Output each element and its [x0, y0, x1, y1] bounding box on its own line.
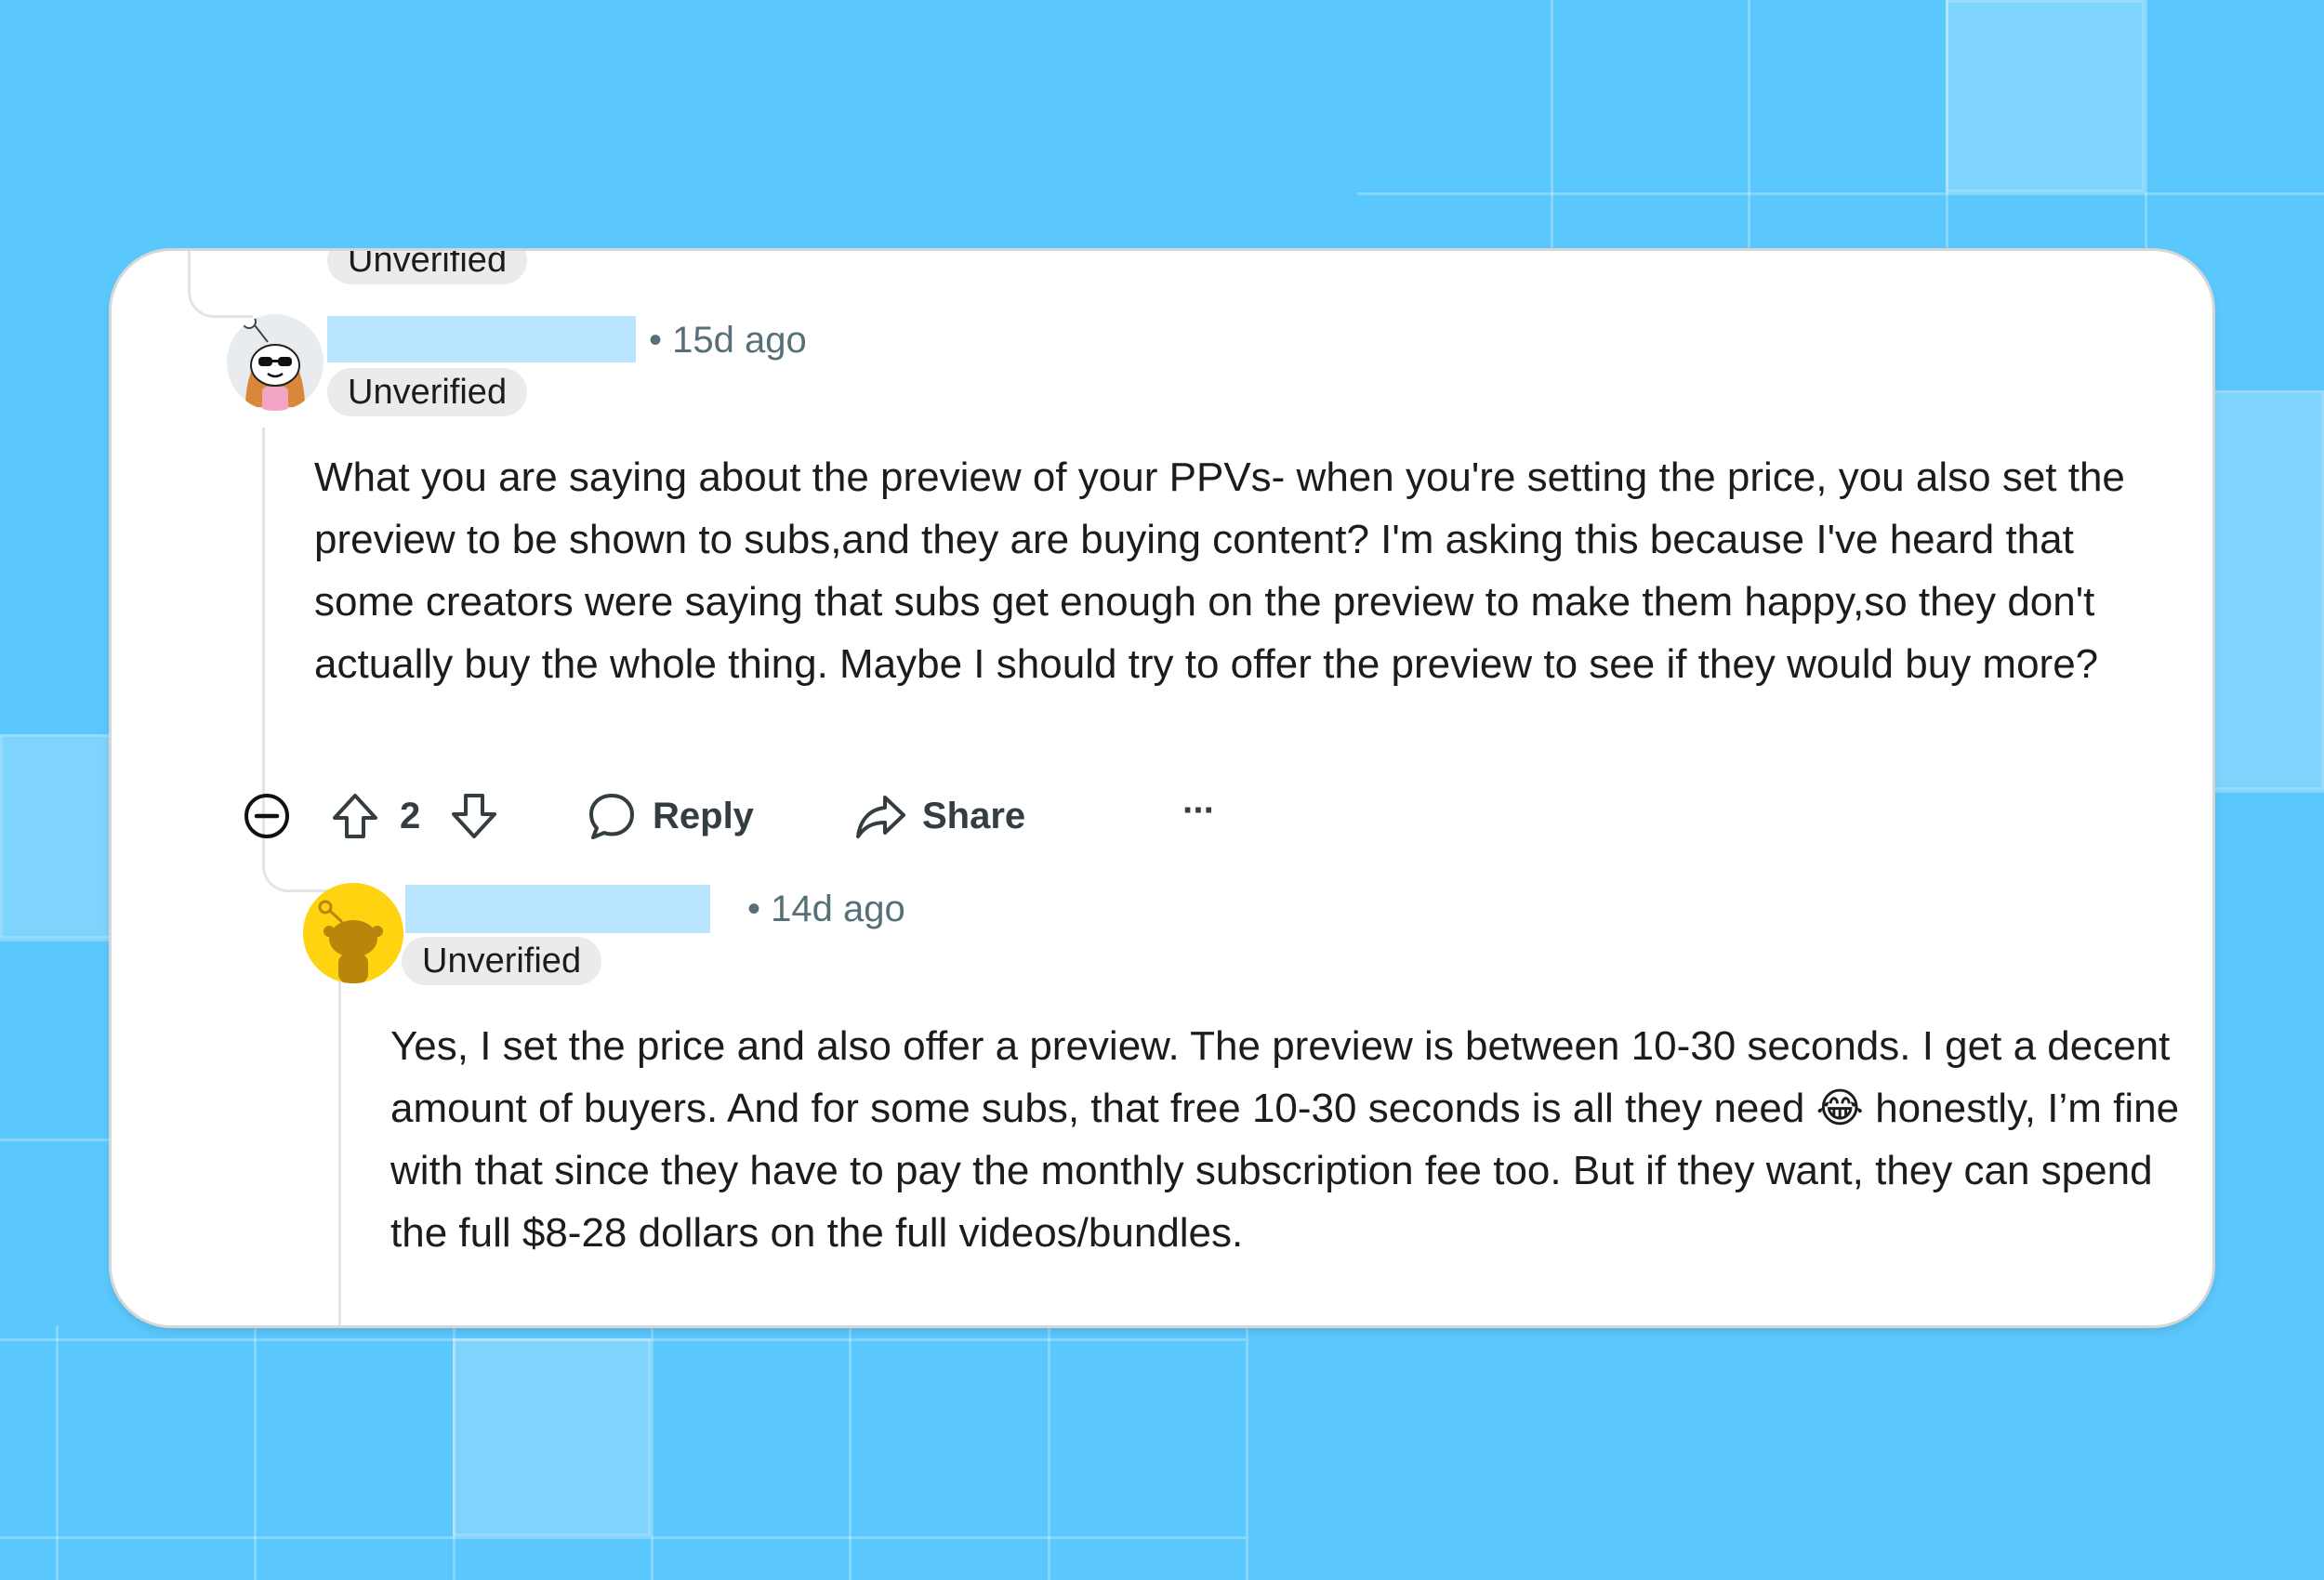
thread-connector [188, 251, 253, 318]
comment-meta: • 14d ago [747, 887, 905, 931]
bg-gridline [0, 1139, 112, 1141]
comment-body: What you are saying about the preview of… [314, 454, 2125, 687]
bg-gridline [849, 1325, 852, 1580]
user-avatar[interactable] [303, 883, 403, 983]
previous-user-badge: Unverified [327, 251, 528, 284]
bg-gridline [2212, 790, 2324, 793]
share-label: Share [922, 795, 1026, 836]
bg-gridline [651, 1325, 654, 1580]
comment-timestamp[interactable]: 14d ago [771, 889, 905, 929]
reply-button[interactable]: Reply [586, 788, 754, 844]
downvote-button[interactable] [448, 788, 500, 844]
bg-gridline [254, 1325, 257, 1580]
avatar-snoo-icon [227, 314, 324, 411]
more-options-button[interactable]: ··· [1182, 783, 1216, 838]
comment-card: Unverified • 15d ago Unverified What you… [112, 251, 2212, 1325]
thread-connector [262, 846, 327, 892]
redacted-username[interactable] [405, 885, 710, 933]
bg-gridline [2145, 0, 2147, 251]
bg-tile [0, 734, 112, 939]
minus-circle-icon [244, 794, 289, 838]
bg-tile [2212, 390, 2324, 790]
bg-gridline [1246, 1325, 1248, 1580]
comment-body: Yes, I set the price and also offer a pr… [390, 1023, 2180, 1256]
bg-gridline [0, 939, 112, 941]
comment-actions: 2 Reply Share ··· [242, 788, 1264, 844]
collapse-button[interactable] [242, 788, 292, 844]
comment-meta: • 15d ago [649, 318, 807, 362]
speech-bubble-icon [589, 794, 634, 839]
redacted-username[interactable] [327, 316, 636, 362]
bg-gridline [1048, 1325, 1050, 1580]
thread-line [338, 976, 341, 1325]
comment-timestamp[interactable]: 15d ago [672, 320, 807, 361]
avatar-snoo-icon [303, 883, 403, 983]
arrow-down-icon [452, 794, 496, 838]
meta-separator: • [747, 889, 761, 929]
vote-count: 2 [400, 795, 421, 836]
user-badge: Unverified [327, 368, 528, 416]
user-avatar[interactable] [227, 314, 324, 411]
user-badge: Unverified [402, 937, 602, 985]
bg-gridline [1551, 0, 1553, 251]
bg-gridline [0, 1536, 1246, 1539]
share-button[interactable]: Share [853, 788, 1025, 844]
bg-gridline [56, 1325, 59, 1580]
reply-label: Reply [653, 795, 754, 836]
bg-tile [1946, 0, 2145, 192]
arrow-up-icon [333, 794, 377, 838]
share-arrow-icon [856, 796, 905, 838]
meta-separator: • [649, 320, 663, 361]
bg-gridline [1748, 0, 1750, 251]
upvote-button[interactable] [329, 788, 381, 844]
bg-tile [453, 1338, 651, 1536]
bg-gridline [1357, 192, 2324, 195]
